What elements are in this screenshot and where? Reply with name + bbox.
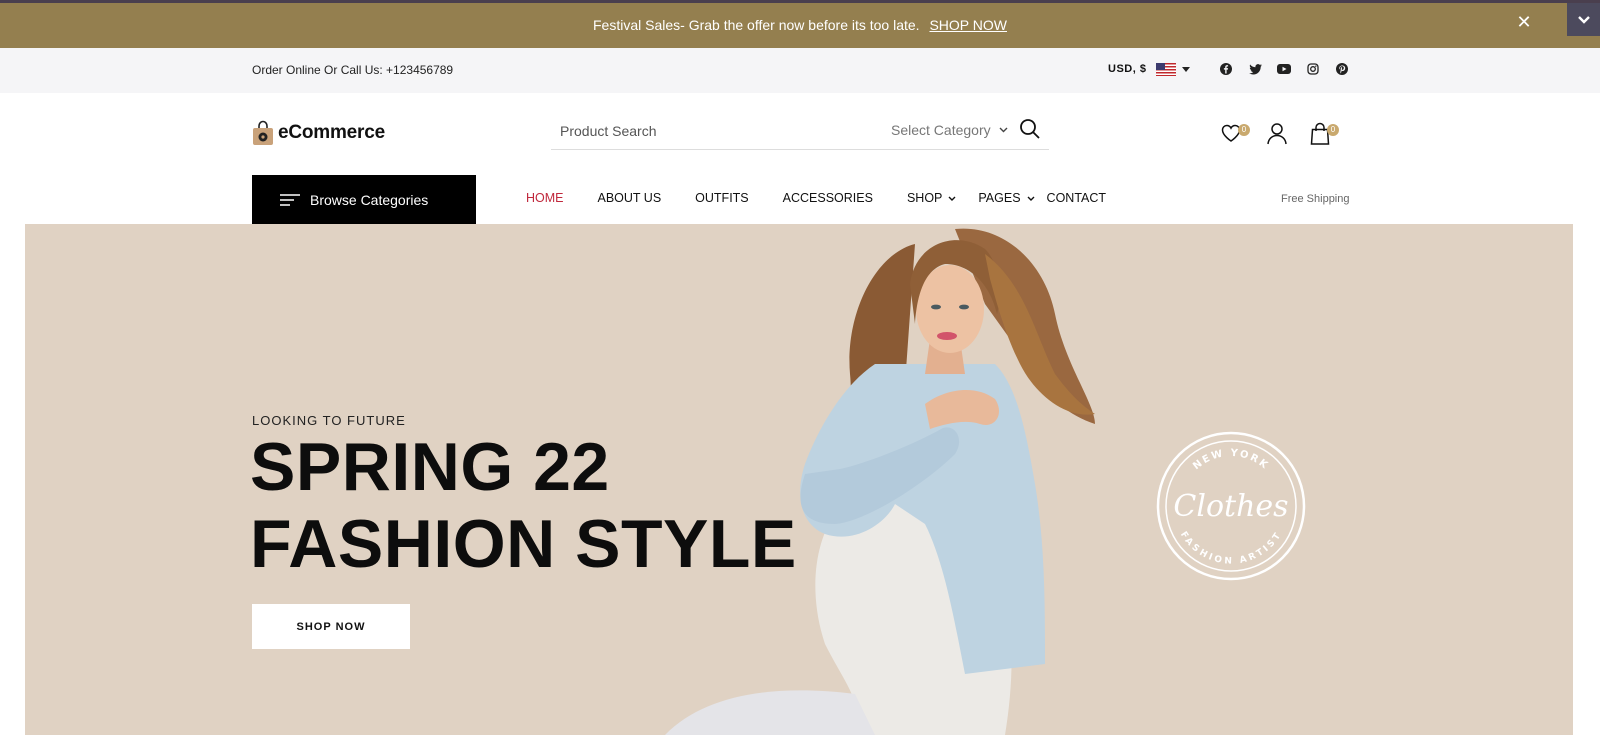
svg-text:FASHION ARTIST: FASHION ARTIST (1178, 530, 1284, 567)
site-logo[interactable]: eCommerce (252, 120, 385, 146)
youtube-icon[interactable] (1277, 62, 1292, 76)
menu-lines-icon (280, 193, 300, 206)
category-select[interactable]: Select Category (891, 122, 1008, 138)
shopping-bag-logo-icon (253, 120, 273, 145)
free-shipping-text: Free Shipping (1281, 193, 1350, 205)
nav-item-shop-label: SHOP (906, 191, 943, 205)
hero-banner: LOOKING TO FUTURE SPRING 22 FASHION STYL… (25, 224, 1573, 735)
instagram-icon[interactable] (1306, 62, 1320, 76)
logo-text: eCommerce (278, 122, 385, 143)
cart-icon[interactable]: 0 (1309, 122, 1339, 148)
hero-shop-now-button[interactable]: SHOP NOW (252, 604, 410, 649)
topbar-right-group: USD, $ (1108, 62, 1349, 76)
promo-shop-now-link[interactable]: SHOP NOW (929, 17, 1007, 33)
pinterest-icon[interactable] (1335, 62, 1349, 76)
main-nav: HOME ABOUT US OUTFITS ACCESSORIES SHOP P… (526, 191, 1106, 205)
facebook-icon[interactable] (1219, 62, 1233, 76)
currency-caret-icon[interactable] (1182, 66, 1191, 72)
nav-item-outfits[interactable]: OUTFITS (695, 191, 748, 205)
stamp-top-text: NEW YORK (1191, 448, 1269, 472)
stamp-script-text: Clothes (1173, 489, 1288, 524)
hero-model-image (665, 228, 1095, 735)
us-flag-icon[interactable] (1156, 62, 1177, 76)
promo-message: Festival Sales- Grab the offer now befor… (593, 17, 920, 33)
nav-item-contact[interactable]: CONTACT (1047, 191, 1107, 205)
search-icon[interactable] (1019, 118, 1043, 142)
wishlist-count-badge: 0 (1238, 124, 1250, 136)
svg-text:NEW YORK: NEW YORK (1191, 448, 1271, 472)
nav-item-pages[interactable]: PAGES (978, 191, 1035, 205)
chevron-down-icon (948, 196, 956, 201)
hero-eyebrow: LOOKING TO FUTURE (252, 413, 406, 428)
promo-message-wrap: Festival Sales- Grab the offer now befor… (0, 17, 1600, 33)
stamp-bottom-text: FASHION ARTIST (1178, 530, 1282, 567)
search-input[interactable] (560, 120, 860, 142)
clothes-stamp-logo: NEW YORK Clothes FASHION ARTIST (1156, 431, 1306, 581)
nav-item-home[interactable]: HOME (526, 191, 564, 205)
wishlist-icon[interactable]: 0 (1220, 122, 1250, 148)
chevron-down-icon (999, 127, 1008, 133)
search-bar: Select Category (551, 112, 1049, 150)
browse-categories-label: Browse Categories (310, 191, 429, 208)
chevron-down-icon[interactable] (1567, 3, 1600, 36)
category-select-label: Select Category (891, 122, 991, 138)
nav-item-pages-label: PAGES (978, 191, 1021, 205)
browse-categories-button[interactable]: Browse Categories (252, 175, 476, 224)
nav-item-shop[interactable]: SHOP (907, 191, 956, 205)
twitter-icon[interactable] (1248, 62, 1262, 76)
user-account-icon[interactable] (1266, 122, 1292, 148)
top-info-bar: Order Online Or Call Us: +123456789 USD,… (0, 48, 1600, 93)
promo-bar: Festival Sales- Grab the offer now befor… (0, 0, 1600, 48)
close-icon[interactable]: ✕ (1515, 13, 1533, 31)
cart-count-badge: 0 (1327, 124, 1339, 136)
chevron-down-icon (1027, 196, 1035, 201)
nav-item-accessories[interactable]: ACCESSORIES (783, 191, 873, 205)
contact-phone-text: Order Online Or Call Us: +123456789 (252, 63, 454, 77)
nav-item-about-us[interactable]: ABOUT US (598, 191, 662, 205)
currency-selector[interactable]: USD, $ (1108, 63, 1146, 75)
